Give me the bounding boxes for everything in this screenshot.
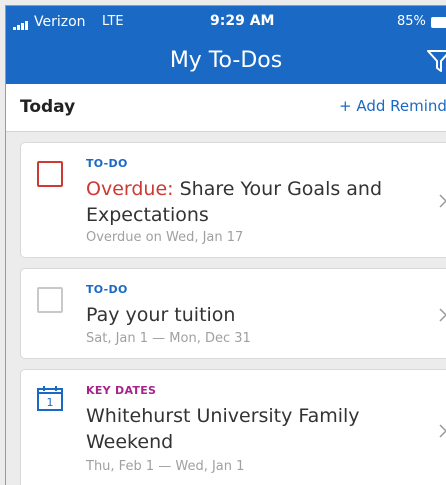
item-subtitle: Sat, Jan 1 — Mon, Dec 31 <box>86 331 251 346</box>
clock: 9:29 AM <box>210 13 275 29</box>
battery-icon <box>431 17 446 28</box>
chevron-right-icon <box>439 424 446 438</box>
network-type: LTE <box>102 14 124 29</box>
status-bar: Verizon LTE 9:29 AM 85% <box>6 6 446 36</box>
item-type: TO-DO <box>86 157 128 170</box>
add-reminder-button[interactable]: + Add Reminde <box>339 97 446 115</box>
chevron-right-icon <box>439 194 446 208</box>
signal-icon <box>13 21 31 30</box>
overdue-label: Overdue: <box>86 178 174 200</box>
todo-card[interactable]: TO-DO Overdue: Share Your Goals and Expe… <box>20 142 446 258</box>
calendar-icon: 1 <box>37 386 63 411</box>
item-type: TO-DO <box>86 283 128 296</box>
checkbox-icon[interactable] <box>37 161 63 187</box>
section-header: Today + Add Reminde <box>6 84 446 132</box>
item-name: Whitehurst University Family Weekend <box>86 405 360 453</box>
todo-card[interactable]: TO-DO Pay your tuition Sat, Jan 1 — Mon,… <box>20 268 446 359</box>
calendar-day: 1 <box>47 396 54 409</box>
key-date-card[interactable]: 1 KEY DATES Whitehurst University Family… <box>20 369 446 485</box>
carrier-name: Verizon <box>34 14 86 30</box>
item-title: Whitehurst University Family Weekend <box>86 403 406 455</box>
item-type: KEY DATES <box>86 384 157 397</box>
battery-percent: 85% <box>397 14 426 29</box>
item-title: Overdue: Share Your Goals and Expectatio… <box>86 176 406 228</box>
item-name: Pay your tuition <box>86 304 236 326</box>
checkbox-icon[interactable] <box>37 287 63 313</box>
filter-icon[interactable] <box>426 48 446 74</box>
item-title: Pay your tuition <box>86 302 406 328</box>
section-title: Today <box>20 97 76 117</box>
item-subtitle: Overdue on Wed, Jan 17 <box>86 230 244 245</box>
app-header: Verizon LTE 9:29 AM 85% My To-Dos <box>6 6 446 84</box>
page-title: My To-Dos <box>169 48 283 73</box>
app-screen: Verizon LTE 9:29 AM 85% My To-Dos Today … <box>5 5 446 485</box>
chevron-right-icon <box>439 308 446 322</box>
item-subtitle: Thu, Feb 1 — Wed, Jan 1 <box>86 459 245 474</box>
